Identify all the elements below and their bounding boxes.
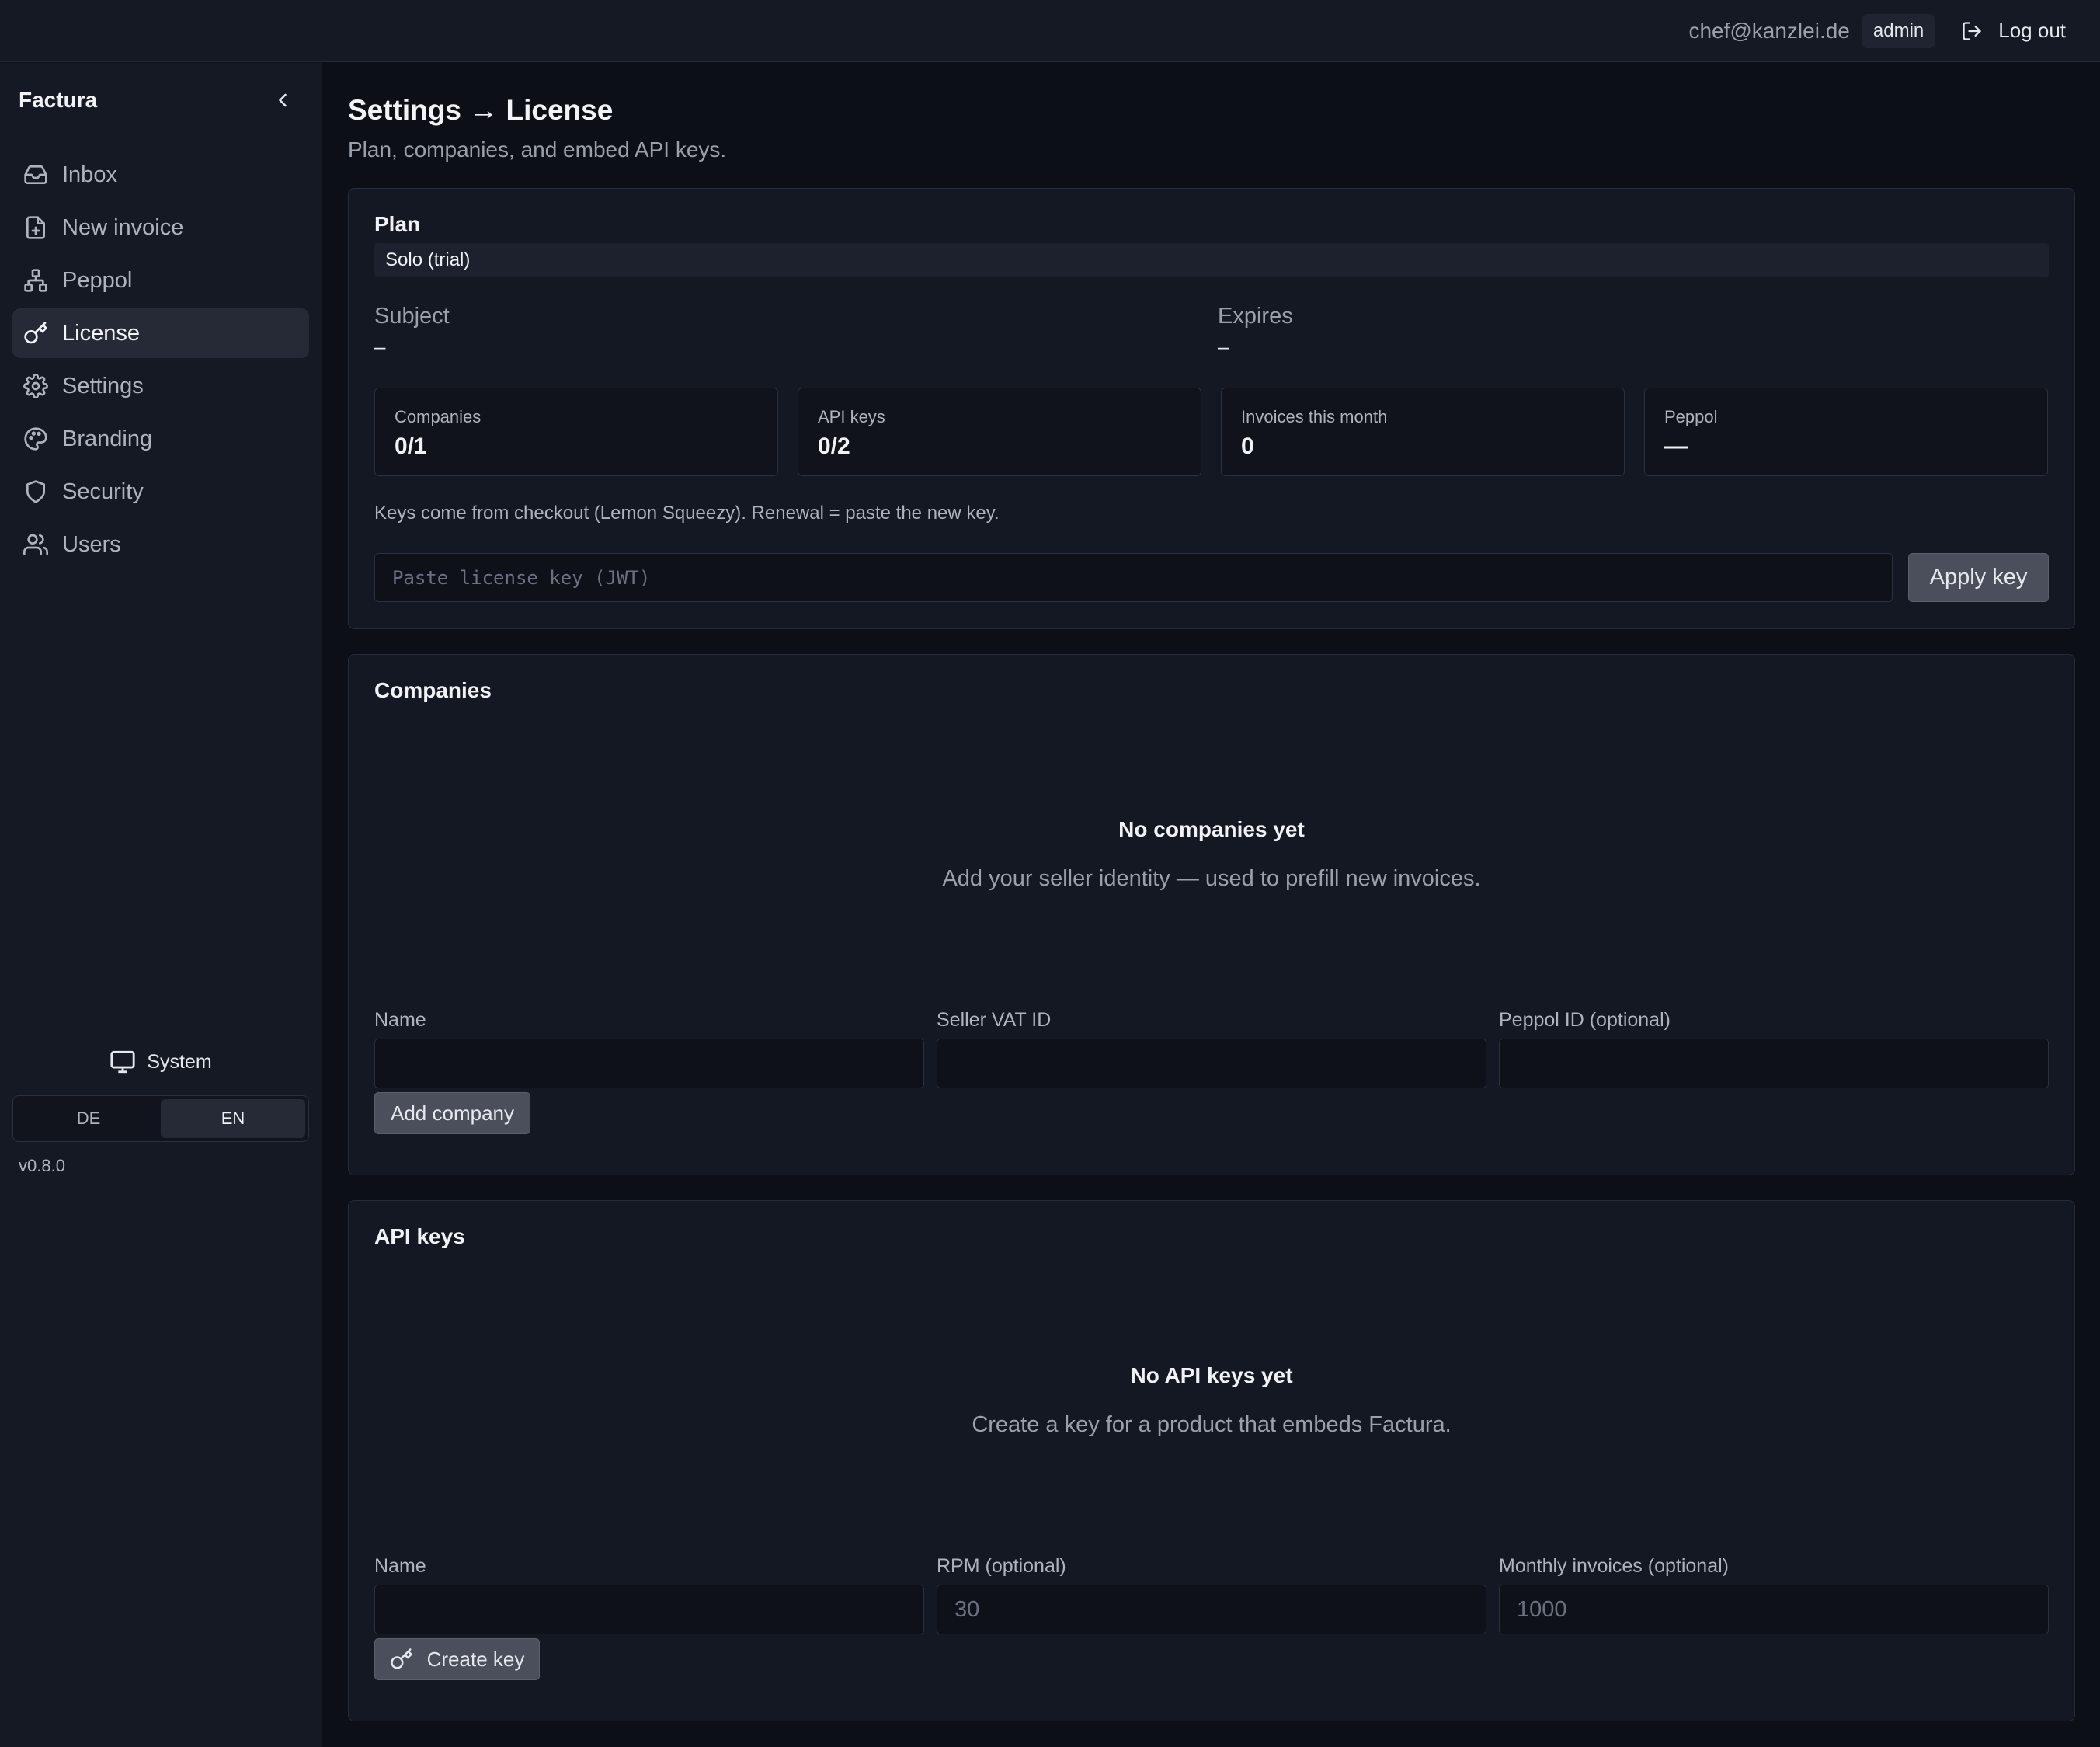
user-email: chef@kanzlei.de [1688,18,1850,43]
sidebar-item-settings[interactable]: Settings [12,361,309,411]
plan-badge: Solo (trial) [374,243,2049,277]
monthly-invoices-input[interactable] [1499,1585,2049,1634]
subject-value: – [374,335,386,358]
rpm-label: RPM (optional) [937,1555,1066,1577]
stat-value: — [1664,433,1688,459]
expires-label: Expires [1218,304,1293,329]
app-version: v0.8.0 [19,1156,65,1175]
sidebar-item-label: Security [62,479,144,504]
sidebar-item-branding[interactable]: Branding [12,414,309,464]
shield-icon [26,480,45,503]
expires-value: – [1218,335,1229,358]
api-keys-empty-title: No API keys yet [1130,1363,1293,1387]
sidebar-header: Factura [0,63,322,137]
app-brand: Factura [19,87,98,112]
stat-invoices-this-month: Invoices this month 0 [1221,388,1625,476]
inbox-icon [24,165,47,184]
logout-button[interactable]: Log out [1961,19,2066,43]
companies-card: Companies No companies yet Add your sell… [348,654,2075,1175]
seller-vat-id-label: Seller VAT ID [937,1009,1052,1031]
network-icon [24,269,47,292]
sidebar-item-label: Settings [62,373,144,398]
gear-icon [23,374,48,398]
sidebar-item-label: New invoice [62,214,184,240]
key-icon [24,322,47,344]
subject-label: Subject [374,304,450,329]
seller-vat-id-input[interactable] [937,1039,1486,1088]
plan-card: Plan Solo (trial) Subject – Expires – Co… [348,188,2075,629]
top-bar: chef@kanzlei.de admin Log out [0,0,2100,62]
main-content: Settings → License Plan, companies, and … [348,63,2075,1721]
monthly-invoices-label: Monthly invoices (optional) [1499,1555,1729,1577]
stat-label: Companies [395,407,482,426]
rpm-input[interactable] [937,1585,1486,1634]
license-note: Keys come from checkout (Lemon Squeezy).… [374,503,1000,524]
sidebar-item-users[interactable]: Users [12,520,309,569]
sidebar-item-license[interactable]: License [12,308,309,358]
create-key-button[interactable]: Create key [374,1638,540,1680]
language-toggle: DE EN [12,1095,309,1142]
stat-value: 0/1 [395,433,427,459]
stat-api-keys: API keys 0/2 [798,388,1201,476]
file-plus-icon [26,216,45,239]
language-option-en[interactable]: EN [161,1099,305,1138]
sidebar-nav: Inbox New invoice Peppol License Setting… [0,137,322,569]
sidebar-item-label: Branding [62,426,153,451]
stat-peppol: Peppol — [1644,388,2048,476]
theme-toggle[interactable]: System [0,1028,322,1095]
companies-empty-title: No companies yet [1118,817,1305,841]
stat-value: 0 [1241,433,1254,459]
sidebar-item-label: License [62,320,140,346]
apply-key-button[interactable]: Apply key [1908,553,2049,602]
sidebar-item-security[interactable]: Security [12,467,309,517]
stat-companies: Companies 0/1 [374,388,778,476]
sidebar-item-label: Inbox [62,162,117,187]
api-keys-card: API keys No API keys yet Create a key fo… [348,1200,2075,1721]
logout-icon [1963,21,1981,40]
create-key-label: Create key [426,1647,525,1671]
companies-heading: Companies [374,678,492,702]
theme-label: System [147,1050,212,1073]
key-icon [390,1648,412,1669]
stat-label: API keys [818,407,885,426]
page-title: Settings → License [348,94,614,126]
sidebar-item-inbox[interactable]: Inbox [12,150,309,200]
monitor-icon [110,1050,135,1074]
add-company-button[interactable]: Add company [374,1092,530,1134]
logout-label: Log out [1998,19,2066,42]
peppol-id-input[interactable] [1499,1039,2049,1088]
api-key-name-input[interactable] [374,1585,924,1634]
api-key-name-label: Name [374,1555,426,1577]
language-option-de[interactable]: DE [16,1099,161,1138]
sidebar: Factura Inbox New invoice Peppol License… [0,63,322,1747]
plan-heading: Plan [374,212,421,236]
license-key-input[interactable] [374,553,1893,602]
page-subtitle: Plan, companies, and embed API keys. [348,137,727,162]
sidebar-item-label: Peppol [62,267,133,293]
sidebar-footer: System DE EN v0.8.0 [0,1028,322,1190]
users-icon [23,534,48,555]
sidebar-item-peppol[interactable]: Peppol [12,256,309,305]
companies-empty-subtitle: Add your seller identity — used to prefi… [942,866,1481,891]
role-badge: admin [1862,13,1935,48]
api-keys-heading: API keys [374,1224,465,1248]
sidebar-item-new-invoice[interactable]: New invoice [12,203,309,252]
stat-value: 0/2 [818,433,850,459]
collapse-sidebar-icon[interactable] [272,89,294,111]
peppol-id-label: Peppol ID (optional) [1499,1009,1671,1031]
palette-icon [24,427,47,451]
company-name-label: Name [374,1009,426,1031]
sidebar-item-label: Users [62,531,121,557]
company-name-input[interactable] [374,1039,924,1088]
stat-label: Peppol [1664,407,1718,426]
api-keys-empty-subtitle: Create a key for a product that embeds F… [972,1412,1452,1437]
stat-label: Invoices this month [1241,407,1388,426]
